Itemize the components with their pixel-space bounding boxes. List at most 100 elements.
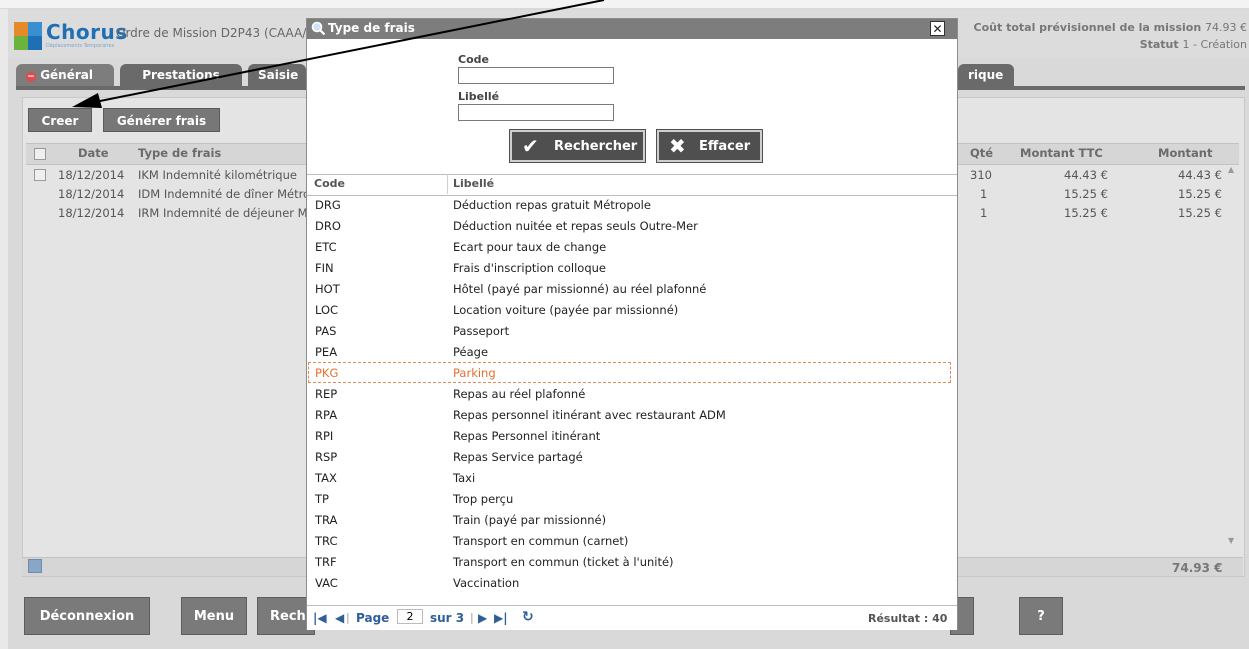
logout-button[interactable]: Déconnexion xyxy=(24,597,150,635)
next-page-icon[interactable]: ▶ xyxy=(478,611,487,625)
list-item[interactable]: RPA Repas personnel itinérant avec restau… xyxy=(308,404,951,425)
item-code: RPI xyxy=(315,429,334,443)
first-page-icon[interactable]: |◀ xyxy=(313,611,327,625)
code-label: Code xyxy=(458,53,489,66)
list-item[interactable]: TRF Transport en commun (ticket à l'unité… xyxy=(308,551,951,572)
item-label: Trop perçu xyxy=(453,492,514,506)
cross-icon: ✖ xyxy=(669,134,686,158)
list-item[interactable]: ETC Ecart pour taux de change xyxy=(308,236,951,257)
list-item[interactable]: TAX Taxi xyxy=(308,467,951,488)
search-icon xyxy=(311,21,326,36)
pager-separator: | xyxy=(346,611,350,624)
item-label: Parking xyxy=(453,366,496,380)
col-date: Date xyxy=(78,146,109,160)
menu-button[interactable]: Menu xyxy=(181,597,247,635)
list-item[interactable]: RSP Repas Service partagé xyxy=(308,446,951,467)
item-code: PAS xyxy=(315,324,337,338)
item-code: DRO xyxy=(315,219,341,233)
select-all-checkbox[interactable] xyxy=(34,148,46,160)
list-item[interactable]: TRA Train (payé par missionné) xyxy=(308,509,951,530)
item-label: Déduction nuitée et repas seuls Outre-Me… xyxy=(453,219,698,233)
item-code: VAC xyxy=(315,576,338,590)
item-code: RPA xyxy=(315,408,338,422)
clear-button[interactable]: ✖ Effacer xyxy=(656,129,763,163)
row-qty: 310 xyxy=(970,168,992,182)
row-checkbox[interactable] xyxy=(34,169,46,181)
row-type: IKM Indemnité kilométrique xyxy=(138,168,297,182)
grid-total: 74.93 € xyxy=(1172,561,1223,575)
libelle-input[interactable] xyxy=(458,104,614,121)
row-amount: 15.25 € xyxy=(1178,206,1222,220)
item-label: Taxi xyxy=(453,471,476,485)
scroll-down-icon[interactable]: ▼ xyxy=(1228,536,1234,545)
list-item[interactable]: TP Trop perçu xyxy=(308,488,951,509)
tab-historique[interactable]: rique xyxy=(958,64,1014,86)
item-code: TAX xyxy=(315,471,337,485)
close-icon[interactable]: ✕ xyxy=(930,21,945,36)
page-count: sur 3 xyxy=(430,611,465,625)
row-ttc: 15.25 € xyxy=(1064,206,1108,220)
col-libelle: Libellé xyxy=(453,177,495,190)
list-item[interactable]: DRO Déduction nuitée et repas seuls Outre… xyxy=(308,215,951,236)
list-item[interactable]: HOT Hôtel (payé par missionné) au réel pl… xyxy=(308,278,951,299)
page-number-input[interactable] xyxy=(397,609,423,624)
item-label: Hôtel (payé par missionné) au réel plafo… xyxy=(453,282,707,296)
scroll-up-icon[interactable]: ▲ xyxy=(1228,165,1234,174)
results-header: Code Libellé xyxy=(307,174,957,196)
last-page-icon[interactable]: ▶| xyxy=(494,611,508,625)
item-label: Repas au réel plafonné xyxy=(453,387,586,401)
item-code: TRA xyxy=(315,513,338,527)
tab-general[interactable]: − Général xyxy=(16,64,114,86)
list-item[interactable]: LOC Location voiture (payée par missionné… xyxy=(308,299,951,320)
page-label: Page xyxy=(356,611,390,625)
item-code: HOT xyxy=(315,282,340,296)
tab-saisie[interactable]: Saisie xyxy=(248,64,306,86)
column-separator xyxy=(447,174,448,194)
list-item-selected[interactable]: PKG Parking xyxy=(308,362,951,383)
search-button-label: Rechercher xyxy=(554,139,638,154)
item-label: Passeport xyxy=(453,324,510,338)
refresh-icon[interactable]: ↻ xyxy=(522,609,534,625)
tab-general-label: Général xyxy=(40,68,93,82)
help-button[interactable]: ? xyxy=(1019,597,1063,635)
list-item[interactable]: DRG Déduction repas gratuit Métropole xyxy=(308,194,951,215)
list-item[interactable]: PEA Péage xyxy=(308,341,951,362)
code-input[interactable] xyxy=(458,67,614,84)
libelle-label: Libellé xyxy=(458,90,500,103)
list-item[interactable]: RPI Repas Personnel itinérant xyxy=(308,425,951,446)
list-item[interactable]: VAC Vaccination xyxy=(308,572,951,593)
item-label: Transport en commun (ticket à l'unité) xyxy=(453,555,674,569)
item-code: PKG xyxy=(315,366,339,380)
item-label: Péage xyxy=(453,345,489,359)
item-label: Vaccination xyxy=(453,576,520,590)
row-date: 18/12/2014 xyxy=(58,206,125,220)
generate-fees-button[interactable]: Générer frais xyxy=(103,108,220,132)
row-date: 18/12/2014 xyxy=(58,187,125,201)
item-code: LOC xyxy=(315,303,339,317)
create-button[interactable]: Creer xyxy=(28,108,92,132)
list-item[interactable]: REP Repas au réel plafonné xyxy=(308,383,951,404)
grid-settings-icon[interactable] xyxy=(28,559,42,573)
item-code: RSP xyxy=(315,450,338,464)
tab-prestations[interactable]: Prestations xyxy=(120,64,242,86)
clear-button-label: Effacer xyxy=(699,139,751,154)
mission-title: Ordre de Mission D2P43 (CAAA/ xyxy=(116,26,307,40)
list-item[interactable]: PAS Passeport xyxy=(308,320,951,341)
search-button[interactable]: ✔ Rechercher xyxy=(509,129,646,163)
tab-historique-label: rique xyxy=(968,68,1004,82)
item-label: Train (payé par missionné) xyxy=(453,513,607,527)
item-code: DRG xyxy=(315,198,341,212)
list-item[interactable]: TRC Transport en commun (carnet) xyxy=(308,530,951,551)
list-item[interactable]: FIN Frais d'inscription colloque xyxy=(308,257,951,278)
dialog-title: Type de frais xyxy=(328,21,415,35)
tab-prestations-label: Prestations xyxy=(142,68,220,82)
prev-page-icon[interactable]: ◀ xyxy=(335,611,344,625)
row-type: IDM Indemnité de dîner Métro xyxy=(138,187,311,201)
item-label: Repas Personnel itinérant xyxy=(453,429,601,443)
mission-status: Statut 1 - Création xyxy=(1140,38,1247,51)
col-amount-ttc: Montant TTC xyxy=(1020,146,1103,160)
status-value: 1 - Création xyxy=(1182,38,1247,51)
total-cost: Coût total prévisionnel de la mission 74… xyxy=(974,21,1247,34)
item-code: PEA xyxy=(315,345,338,359)
row-amount: 44.43 € xyxy=(1178,168,1222,182)
